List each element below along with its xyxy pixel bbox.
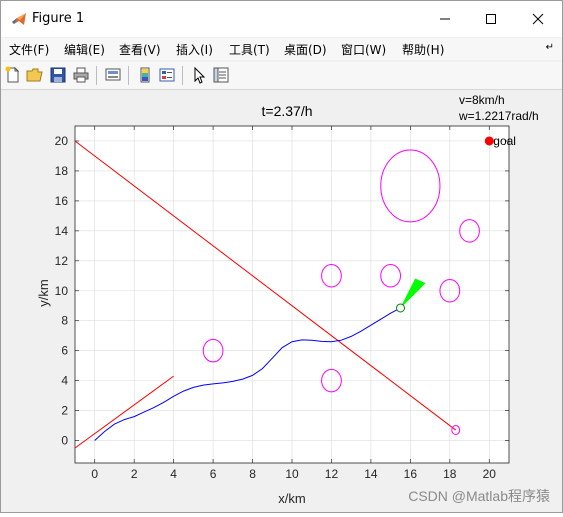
toolbar-separator xyxy=(128,66,129,85)
toolbar xyxy=(1,62,562,90)
link-plot-icon[interactable] xyxy=(104,66,122,84)
save-icon[interactable] xyxy=(49,66,67,84)
figure-canvas-area: 0 2 4 6 8 10 12 14 16 18 20 0 2 4 6 8 10 12 14 16 18 20 goal … xyxy=(2,90,562,512)
x-tick-label: 10 xyxy=(285,467,299,481)
y-tick-label: 2 xyxy=(61,404,68,418)
matlab-logo-icon xyxy=(12,13,26,25)
toolbar-separator xyxy=(182,66,183,85)
menu-file[interactable]: 文件(F) xyxy=(9,41,49,58)
menu-desktop[interactable]: 桌面(D) xyxy=(284,41,327,58)
omega-text: w=1.2217rad/h xyxy=(458,109,539,123)
figure-window: Figure 1 文件(F) 编辑(E) 查看(V) 插入(I) 工具(T) 桌… xyxy=(0,0,563,513)
maximize-button[interactable] xyxy=(468,1,514,37)
x-axis-label: x/km xyxy=(278,491,305,506)
close-icon xyxy=(532,13,544,25)
plot-title: t=2.37/h xyxy=(262,103,313,119)
title-bar[interactable]: Figure 1 xyxy=(1,1,562,37)
x-tick-label: 20 xyxy=(483,467,497,481)
x-tick-label: 2 xyxy=(131,467,138,481)
robot-marker xyxy=(396,303,405,313)
y-tick-label: 20 xyxy=(55,134,69,148)
y-tick-label: 14 xyxy=(55,224,69,238)
figure-canvas[interactable]: 0 2 4 6 8 10 12 14 16 18 2002468101214161820 goal … xyxy=(2,90,562,512)
colorbar-icon[interactable] xyxy=(136,66,154,84)
property-inspector-icon[interactable] xyxy=(212,66,230,84)
grid-lines xyxy=(75,126,509,463)
x-tick-label: 16 xyxy=(404,467,418,481)
window-title: Figure 1 xyxy=(32,11,85,26)
menu-help[interactable]: 帮助(H) xyxy=(402,41,444,58)
open-file-icon[interactable] xyxy=(26,66,44,84)
y-tick-label: 4 xyxy=(61,374,68,388)
y-tick-label: 10 xyxy=(55,284,69,298)
goal-marker xyxy=(484,136,494,146)
x-tick-label: 8 xyxy=(249,467,256,481)
legend-icon[interactable] xyxy=(158,66,176,84)
velocity-text: v=8km/h xyxy=(459,93,505,107)
new-figure-icon[interactable] xyxy=(4,66,22,84)
x-tick-label: 14 xyxy=(364,467,378,481)
minimize-button[interactable] xyxy=(422,1,468,37)
x-tick-label: 18 xyxy=(443,467,457,481)
maximize-icon xyxy=(486,14,496,24)
print-icon[interactable] xyxy=(72,66,90,84)
menu-view[interactable]: 查看(V) xyxy=(119,41,161,58)
x-tick-label: 6 xyxy=(210,467,217,481)
close-button[interactable] xyxy=(515,1,561,37)
menu-window[interactable]: 窗口(W) xyxy=(341,41,386,58)
x-tick-label: 4 xyxy=(170,467,177,481)
menu-insert[interactable]: 插入(I) xyxy=(176,41,213,58)
y-axis-label: y/km xyxy=(36,279,51,306)
y-tick-label: 16 xyxy=(55,194,69,208)
y-tick-label: 8 xyxy=(61,314,68,328)
y-tick-label: 18 xyxy=(55,164,69,178)
menu-bar: 文件(F) 编辑(E) 查看(V) 插入(I) 工具(T) 桌面(D) 窗口(W… xyxy=(1,38,562,60)
y-tick-label: 6 xyxy=(61,344,68,358)
goal-label: goal xyxy=(493,134,516,148)
minimize-icon xyxy=(440,18,450,20)
watermark-text: CSDN @Matlab程序猿 xyxy=(408,488,550,504)
menu-edit[interactable]: 编辑(E) xyxy=(64,41,105,58)
y-tick-label: 12 xyxy=(55,254,69,268)
select-arrow-icon[interactable] xyxy=(190,66,208,84)
x-tick-label: 12 xyxy=(325,467,339,481)
menu-tools[interactable]: 工具(T) xyxy=(229,41,270,58)
y-tick-label: 0 xyxy=(61,434,68,448)
x-tick-label: 0 xyxy=(91,467,98,481)
dock-arrow-icon[interactable]: ↵ xyxy=(546,42,554,53)
toolbar-separator xyxy=(96,66,97,85)
